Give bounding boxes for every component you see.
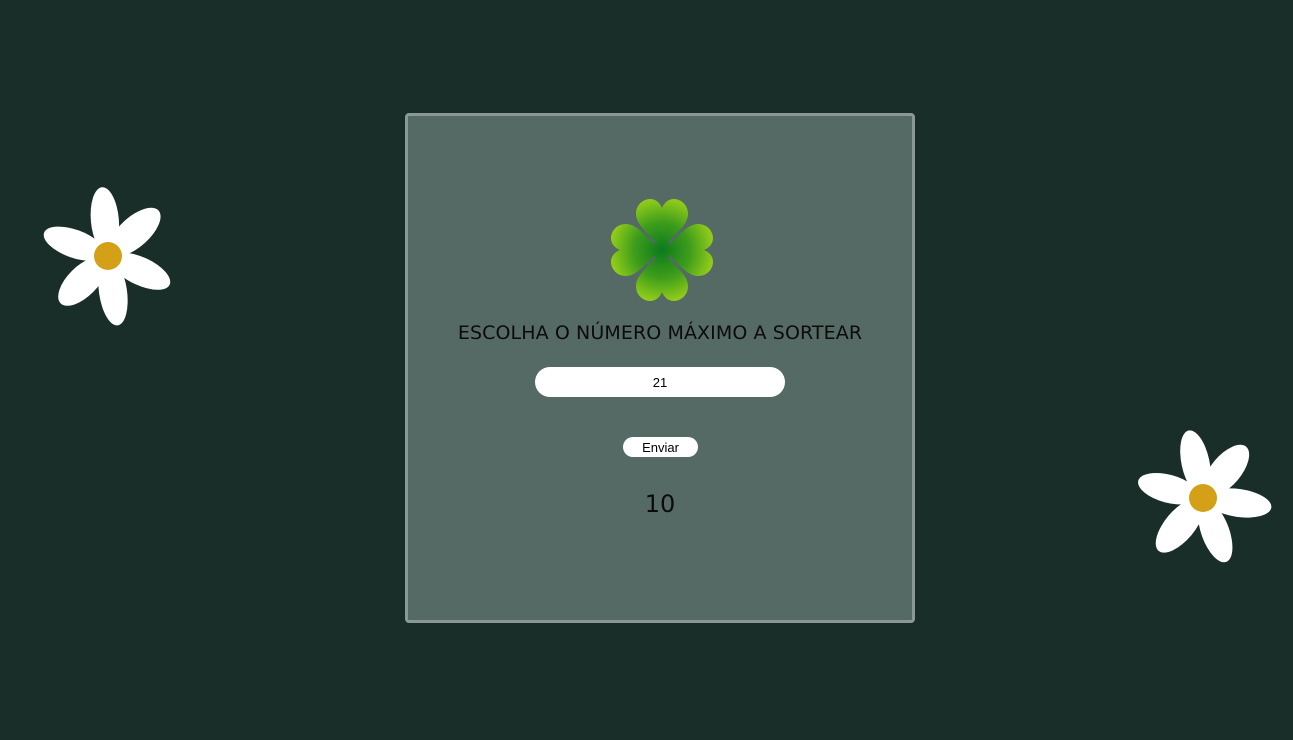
four-leaf-clover-icon (611, 199, 713, 301)
daisy-icon (43, 187, 171, 326)
page-title: ESCOLHA O NÚMERO MÁXIMO A SORTEAR (457, 322, 863, 344)
draw-result: 10 (644, 490, 676, 518)
max-number-input[interactable] (535, 367, 785, 397)
daisy-icon (1138, 430, 1272, 563)
send-button[interactable]: Enviar (623, 437, 698, 457)
draw-card: ESCOLHA O NÚMERO MÁXIMO A SORTEAR Enviar… (405, 113, 915, 623)
page: ESCOLHA O NÚMERO MÁXIMO A SORTEAR Enviar… (0, 0, 1293, 740)
